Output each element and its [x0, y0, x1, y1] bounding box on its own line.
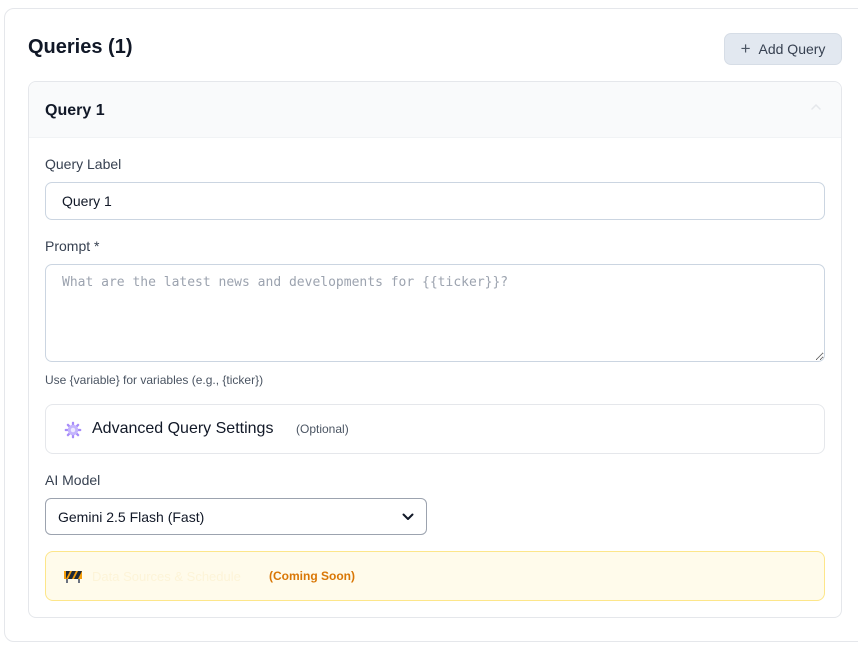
- query-card: Query 1 Query Label Prompt * Use {variab…: [28, 81, 842, 618]
- ai-model-label: AI Model: [45, 472, 101, 488]
- query-title: Query 1: [45, 102, 105, 119]
- prompt-textarea[interactable]: [45, 264, 825, 362]
- add-query-button[interactable]: + Add Query: [724, 33, 842, 65]
- page-title: Queries (1): [28, 36, 133, 58]
- coming-soon-section: Data Sources & Schedule (Coming Soon): [45, 551, 825, 601]
- add-query-label: Add Query: [758, 41, 826, 57]
- prompt-help-text: Use {variable} for variables (e.g., {tic…: [45, 373, 264, 387]
- query-label-label: Query Label: [45, 156, 122, 172]
- advanced-settings-title: Advanced Query Settings: [92, 420, 274, 437]
- chevron-up-icon[interactable]: [811, 102, 821, 112]
- prompt-label: Prompt *: [45, 238, 100, 254]
- coming-soon-badge: (Coming Soon): [269, 569, 355, 583]
- chevron-down-icon: [402, 513, 414, 520]
- gear-icon: [64, 421, 82, 439]
- advanced-settings-toggle[interactable]: Advanced Query Settings (Optional): [45, 404, 825, 454]
- query-label-input[interactable]: [45, 182, 825, 220]
- construction-barrier-icon: [64, 571, 82, 583]
- coming-soon-feature-label: Data Sources & Schedule: [92, 569, 241, 584]
- ai-model-select[interactable]: Gemini 2.5 Flash (Fast): [45, 498, 427, 535]
- optional-tag: (Optional): [296, 422, 349, 436]
- ai-model-value: Gemini 2.5 Flash (Fast): [58, 508, 205, 525]
- plus-icon: +: [740, 38, 751, 58]
- query-card-header[interactable]: Query 1: [29, 82, 841, 138]
